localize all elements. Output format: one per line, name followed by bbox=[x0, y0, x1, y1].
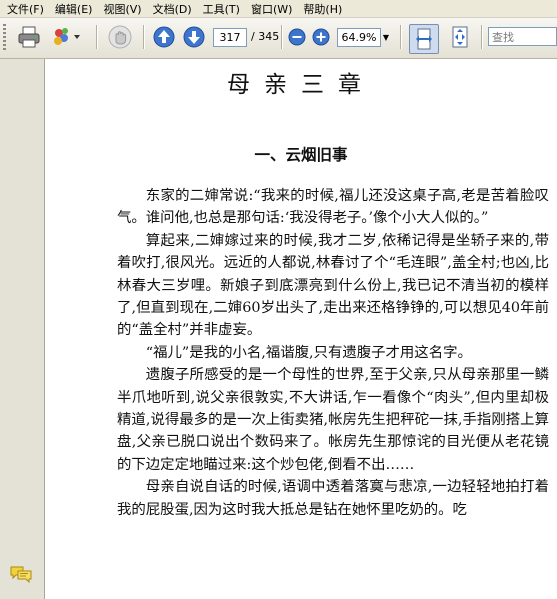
arrow-up-icon bbox=[153, 26, 175, 48]
collaborate-button[interactable] bbox=[48, 24, 86, 50]
page-number-input[interactable]: 317 bbox=[213, 28, 247, 47]
next-page-button[interactable] bbox=[181, 24, 207, 50]
paragraph: 算起来,二婶嫁过来的时候,我才二岁,依稀记得是坐轿子来的,带着吹打,很风光。远近… bbox=[117, 232, 549, 339]
chevron-down-icon: ▼ bbox=[382, 33, 390, 42]
menu-bar: 文件(F) 编辑(E) 视图(V) 文档(D) 工具(T) 窗口(W) 帮助(H… bbox=[0, 0, 557, 18]
zoom-in-button[interactable] bbox=[311, 24, 331, 50]
document-area[interactable]: 母亲三章 一、云烟旧事 东家的二婶常说:“我来的时候,福儿还没这桌子高,老是苦着… bbox=[45, 59, 557, 599]
fit-page-icon bbox=[452, 26, 468, 48]
paragraph: “福儿”是我的小名,福谐腹,只有遗腹子才用这名字。 bbox=[145, 344, 472, 361]
comments-icon bbox=[10, 566, 32, 584]
fit-width-icon bbox=[416, 28, 432, 50]
toolbar-separator bbox=[143, 25, 145, 49]
toolbar-separator bbox=[281, 25, 283, 49]
pdf-page: 母亲三章 一、云烟旧事 东家的二婶常说:“我来的时候,福儿还没这桌子高,老是苦着… bbox=[45, 59, 557, 599]
comments-button[interactable] bbox=[10, 565, 32, 584]
page-count: / 345 bbox=[251, 30, 280, 43]
zoom-out-button[interactable] bbox=[287, 24, 307, 50]
paragraph: 遗腹子所感受的是一个母性的世界,至于父亲,只从母亲那里一鳞半爪地听到,说父亲很敦… bbox=[117, 367, 549, 473]
paragraph: 母亲自说自话的时候,语调中透着落寞与悲凉,一边轻轻地拍打着我的屁股蛋,因为这时我… bbox=[117, 479, 549, 518]
fit-width-button[interactable] bbox=[409, 24, 439, 54]
toolbar-separator bbox=[481, 25, 483, 49]
menu-tools[interactable]: 工具(T) bbox=[196, 1, 240, 17]
zoom-in-icon bbox=[312, 28, 330, 46]
toolbar-separator bbox=[96, 25, 98, 49]
fit-page-button[interactable] bbox=[445, 24, 475, 50]
book-title: 母亲三章 bbox=[227, 72, 375, 97]
body-text: 东家的二婶常说:“我来的时候,福儿还没这桌子高,老是苦着脸叹气。谁问他,也总是那… bbox=[117, 185, 549, 521]
navigation-panel bbox=[0, 59, 45, 599]
arrow-down-icon bbox=[183, 26, 205, 48]
search-input[interactable]: 查找 bbox=[488, 27, 557, 46]
hand-tool-icon bbox=[108, 25, 132, 49]
zoom-dropdown-button[interactable]: ▼ bbox=[380, 28, 392, 47]
toolbar-separator bbox=[400, 25, 402, 49]
menu-file[interactable]: 文件(F) bbox=[0, 1, 44, 17]
print-button[interactable] bbox=[14, 24, 44, 50]
zoom-level-input[interactable]: 64.9% bbox=[337, 28, 381, 47]
toolbar: 317 / 345 64.9% ▼ 查找 bbox=[0, 18, 557, 59]
hand-tool-button[interactable] bbox=[104, 24, 136, 50]
menu-window[interactable]: 窗口(W) bbox=[244, 1, 292, 17]
toolbar-grip[interactable] bbox=[3, 24, 6, 50]
chapter-title: 一、云烟旧事 bbox=[254, 146, 348, 164]
paragraph: 东家的二婶常说:“我来的时候,福儿还没这桌子高,老是苦着脸叹气。谁问他,也总是那… bbox=[117, 188, 549, 227]
menu-help[interactable]: 帮助(H) bbox=[296, 1, 342, 17]
collaborate-icon bbox=[54, 28, 80, 45]
menu-edit[interactable]: 编辑(E) bbox=[48, 1, 93, 17]
menu-view[interactable]: 视图(V) bbox=[96, 1, 141, 17]
previous-page-button[interactable] bbox=[151, 24, 177, 50]
zoom-out-icon bbox=[288, 28, 306, 46]
printer-icon bbox=[18, 26, 40, 48]
menu-document[interactable]: 文档(D) bbox=[146, 1, 192, 17]
